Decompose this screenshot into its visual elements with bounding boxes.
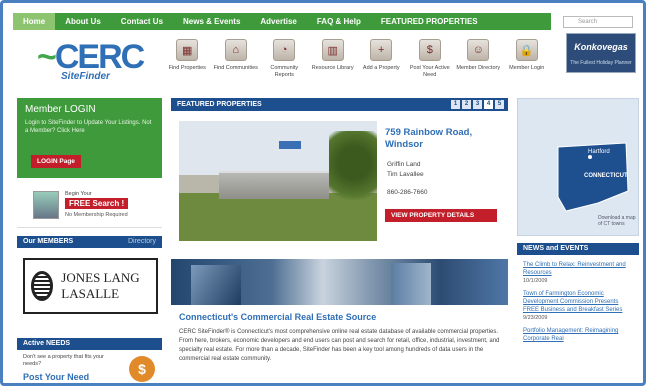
- needs-text: Don't see a property that fits your need…: [23, 354, 104, 367]
- nav-news-events[interactable]: News & Events: [173, 13, 250, 30]
- news-date: 10/1/2009: [523, 278, 548, 284]
- map-caption[interactable]: Download a map of CT towns: [598, 215, 638, 227]
- find-properties-button[interactable]: ▦ Find Properties: [163, 39, 212, 89]
- news-title[interactable]: Town of Farmington Economic Development …: [523, 290, 633, 314]
- lock-icon: 🔒: [515, 39, 538, 61]
- skyline-banner-image: [171, 259, 508, 305]
- news-events-header: NEWS and EVENTS: [517, 243, 639, 255]
- chart-icon: ◔: [273, 39, 296, 61]
- property-detail-owner: Griffin Land: [387, 161, 421, 168]
- nav-faq-help[interactable]: FAQ & Help: [307, 13, 371, 30]
- find-communities-button[interactable]: ⌂ Find Communities: [212, 39, 261, 89]
- sponsor-globe-icon: [31, 271, 54, 301]
- map-city-label: Hartford: [588, 149, 610, 155]
- banner-building-right: [391, 263, 431, 305]
- city-marker-icon: [588, 155, 592, 159]
- news-list: The Climb to Relax: Reinvestment and Res…: [517, 257, 639, 383]
- featured-property-photo[interactable]: [179, 121, 377, 241]
- banner-building-left: [191, 265, 241, 305]
- search-input[interactable]: Search: [563, 16, 633, 28]
- connecticut-map[interactable]: Hartford CONNECTICUT Download a map of C…: [517, 98, 639, 236]
- sponsor-name: JONES LANG LASALLE: [61, 270, 140, 301]
- news-date: 9/23/2009: [523, 315, 548, 321]
- member-login-panel: Member LOGIN Login to SiteFinder to Upda…: [17, 98, 162, 178]
- ad-subtitle: The Fullest Holiday Planner: [570, 60, 632, 66]
- free-search-highlight[interactable]: FREE Search !: [65, 198, 129, 209]
- logo-mark: ~CERC: [37, 38, 145, 76]
- search-photo: [33, 191, 59, 219]
- find-properties-label: Find Properties: [168, 65, 206, 71]
- people-icon: ☺: [467, 39, 490, 61]
- featured-properties-header: FEATURED PROPERTIES 1 2 3 4 5: [171, 98, 508, 111]
- free-search-line2: No Membership Required: [65, 212, 128, 218]
- pager-2[interactable]: 2: [462, 100, 471, 109]
- resource-library-label: Resource Library: [311, 65, 354, 71]
- logo[interactable]: ~CERC SiteFinder: [37, 39, 147, 89]
- community-reports-button[interactable]: ◔ Community Reports: [260, 39, 309, 89]
- add-icon: +: [370, 39, 393, 61]
- members-heading: Our MEMBERS: [23, 238, 74, 245]
- source-body: CERC SiteFinder® is Connecticut's most c…: [179, 329, 500, 362]
- login-heading: Member LOGIN: [25, 104, 96, 115]
- resource-library-button[interactable]: ▥ Resource Library: [309, 39, 358, 89]
- page-frame: Home About Us Contact Us News & Events A…: [0, 0, 646, 386]
- featured-heading: FEATURED PROPERTIES: [177, 101, 262, 108]
- add-property-button[interactable]: + Add a Property: [357, 39, 406, 89]
- members-header: Our MEMBERS Directory: [17, 236, 162, 248]
- top-ad-banner[interactable]: Konkovegas The Fullest Holiday Planner: [566, 33, 636, 73]
- dollar-badge-icon: $: [129, 356, 155, 382]
- login-page-button[interactable]: LOGIN Page: [31, 155, 81, 168]
- member-login-label: Member Login: [509, 65, 545, 71]
- icon-bar: ▦ Find Properties ⌂ Find Communities ◔ C…: [163, 39, 551, 89]
- post-need-label: Post Your Active Need: [409, 65, 450, 78]
- tree-shape: [329, 131, 377, 211]
- property-detail-contact: Tim Lavallee: [387, 171, 424, 178]
- community-reports-label: Community Reports: [270, 65, 299, 78]
- news-title[interactable]: Portfolio Management: Reimagining Corpor…: [523, 327, 633, 343]
- nav-contact[interactable]: Contact Us: [111, 13, 173, 30]
- sponsor-logo[interactable]: JONES LANG LASALLE: [23, 258, 158, 314]
- pager-3[interactable]: 3: [473, 100, 482, 109]
- active-needs-header: Active NEEDS: [17, 338, 162, 350]
- top-nav: Home About Us Contact Us News & Events A…: [13, 13, 551, 30]
- property-phone: 860-286-7660: [387, 189, 428, 196]
- building-icon: ▦: [176, 39, 199, 61]
- member-directory-label: Member Directory: [456, 65, 501, 71]
- building-shape: [219, 171, 329, 199]
- source-title: Connecticut's Commercial Real Estate Sou…: [179, 312, 377, 322]
- news-title[interactable]: The Climb to Relax: Reinvestment and Res…: [523, 261, 633, 277]
- pager-1[interactable]: 1: [451, 100, 460, 109]
- free-search-promo[interactable]: Begin Your FREE Search ! No Membership R…: [17, 183, 162, 228]
- pager-5[interactable]: 5: [495, 100, 504, 109]
- books-icon: ▥: [321, 39, 344, 61]
- find-communities-label: Find Communities: [213, 65, 258, 71]
- nav-home[interactable]: Home: [13, 13, 56, 30]
- nav-about[interactable]: About Us: [55, 13, 111, 30]
- featured-pager: 1 2 3 4 5: [451, 100, 504, 109]
- free-search-line1: Begin Your: [65, 191, 92, 197]
- post-need-button[interactable]: $ Post Your Active Need: [406, 39, 455, 89]
- property-address[interactable]: 759 Rainbow Road, Windsor: [385, 127, 505, 151]
- member-directory-button[interactable]: ☺ Member Directory: [454, 39, 503, 89]
- view-property-details-button[interactable]: VIEW PROPERTY DETAILS: [385, 209, 497, 222]
- houses-icon: ⌂: [224, 39, 247, 61]
- active-needs-panel: Don't see a property that fits your need…: [17, 350, 162, 383]
- member-login-button[interactable]: 🔒 Member Login: [503, 39, 552, 89]
- map-state-label: CONNECTICUT: [584, 173, 628, 179]
- login-text: Login to SiteFinder to Update Your Listi…: [25, 120, 152, 134]
- news-item[interactable]: Town of Farmington Economic Development …: [523, 290, 633, 321]
- building-sign: [279, 141, 301, 149]
- nav-advertise[interactable]: Advertise: [250, 13, 306, 30]
- news-item[interactable]: Portfolio Management: Reimagining Corpor…: [523, 327, 633, 343]
- directory-link[interactable]: Directory: [128, 236, 156, 248]
- nav-featured-properties[interactable]: FEATURED PROPERTIES: [371, 13, 488, 30]
- dollar-icon: $: [418, 39, 441, 61]
- pager-4[interactable]: 4: [484, 100, 493, 109]
- ad-title: Konkovegas: [574, 42, 628, 52]
- news-item[interactable]: The Climb to Relax: Reinvestment and Res…: [523, 261, 633, 284]
- add-property-label: Add a Property: [362, 65, 400, 71]
